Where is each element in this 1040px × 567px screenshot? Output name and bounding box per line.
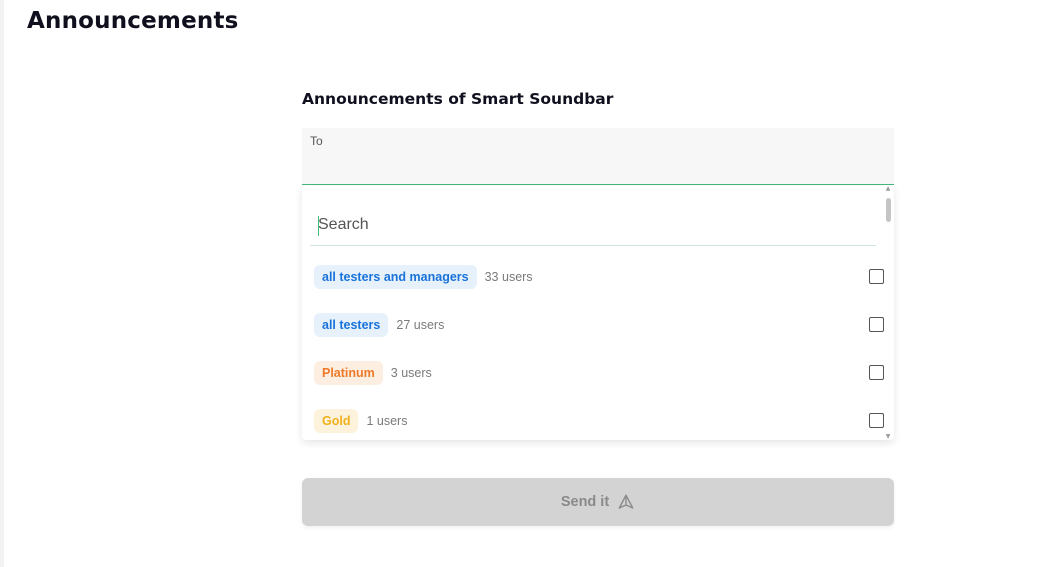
user-count: 27 users: [396, 318, 445, 332]
user-count: 3 users: [390, 366, 432, 380]
to-label: To: [310, 134, 323, 148]
section-title: Announcements of Smart Soundbar: [302, 90, 614, 108]
scroll-down-arrow-icon[interactable]: ▼: [884, 434, 892, 440]
page: Announcements Announcements of Smart Sou…: [0, 0, 1040, 567]
dropdown-scrollbar[interactable]: ▲ ▼: [884, 186, 892, 440]
group-tag: all testers and managers: [314, 265, 477, 289]
page-title: Announcements: [27, 8, 239, 34]
group-tag: all testers: [314, 313, 389, 337]
select-checkbox[interactable]: [869, 413, 884, 428]
left-rail: [0, 0, 4, 567]
user-count: 1 users: [366, 414, 408, 428]
scroll-up-arrow-icon[interactable]: ▲: [884, 186, 892, 192]
scroll-thumb[interactable]: [886, 198, 891, 222]
select-checkbox[interactable]: [869, 269, 884, 284]
text-caret: [318, 216, 319, 236]
user-count: 33 users: [484, 270, 533, 284]
select-checkbox[interactable]: [869, 365, 884, 380]
group-tag: Gold: [314, 409, 359, 433]
send-icon: [618, 494, 634, 509]
to-field[interactable]: To: [302, 128, 894, 185]
group-tag: Platinum: [314, 361, 383, 385]
list-item[interactable]: all testers 27 users: [314, 312, 884, 338]
send-button-label: Send it: [560, 494, 610, 510]
list-item[interactable]: Gold 1 users: [314, 408, 884, 434]
recipients-dropdown: all testers and managers 33 users all te…: [302, 186, 894, 440]
select-checkbox[interactable]: [869, 317, 884, 332]
send-button[interactable]: Send it: [302, 478, 894, 526]
list-item[interactable]: all testers and managers 33 users: [314, 264, 884, 290]
search-input[interactable]: [310, 204, 876, 246]
list-item[interactable]: Platinum 3 users: [314, 360, 884, 386]
